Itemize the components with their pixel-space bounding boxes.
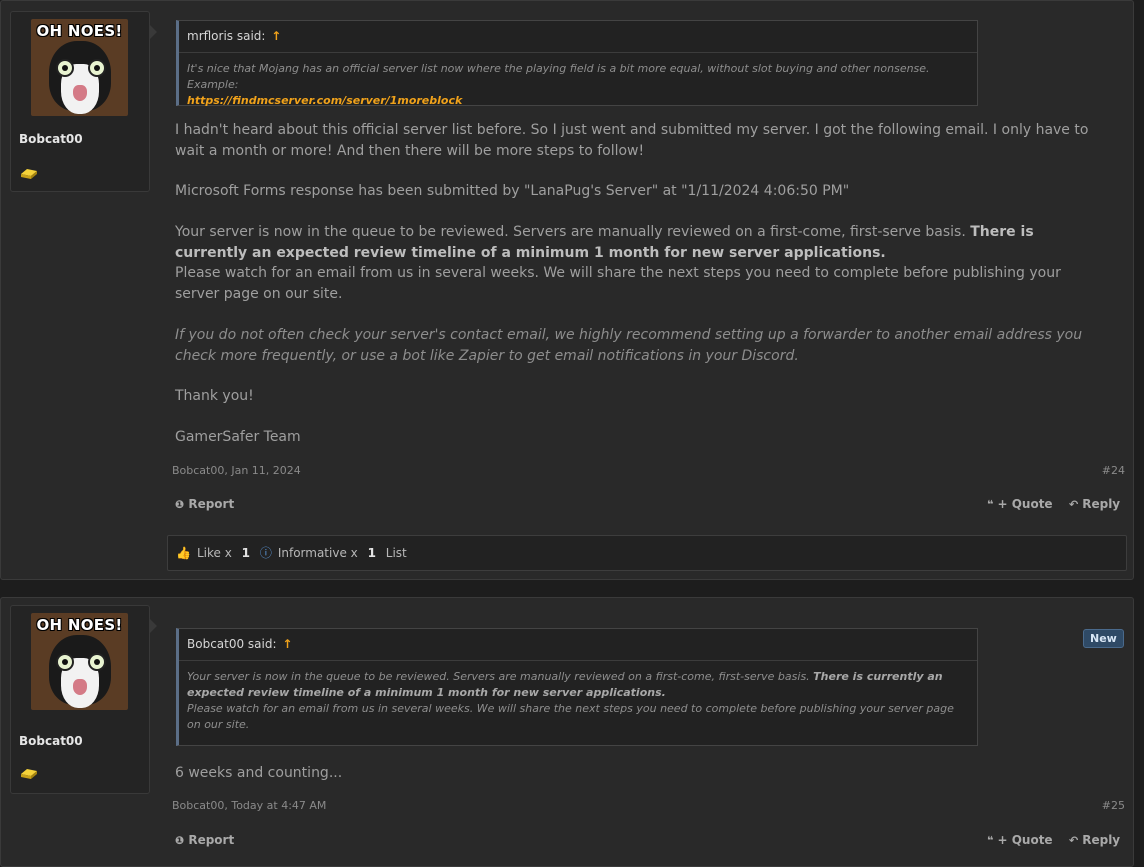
message-paragraph: Microsoft Forms response has been submit… xyxy=(175,183,850,199)
quote-link[interactable]: https://findmcserver.com/server/1moreblo… xyxy=(187,94,462,107)
quote-text: It's nice that Mojang has an official se… xyxy=(187,62,930,91)
informative-reaction[interactable]: Informative x 1 xyxy=(278,546,376,560)
quote-marks-icon: ❝ xyxy=(987,498,994,511)
avatar-cat-eye-left xyxy=(56,59,74,77)
gold-ingot-icon xyxy=(21,769,37,779)
quote-header: Bobcat00 said: ↑ xyxy=(179,629,977,661)
report-button[interactable]: ❶ Report xyxy=(175,497,234,511)
reactions-bar: 👍 Like x 1 ⓘ Informative x 1 List xyxy=(167,535,1127,571)
quote-label: + Quote xyxy=(997,497,1053,511)
report-label: Report xyxy=(188,833,235,847)
thumbs-up-icon: 👍 xyxy=(176,546,191,560)
quote-author: Bobcat00 said: xyxy=(187,637,277,651)
quote-text: Your server is now in the queue to be re… xyxy=(187,670,814,683)
informative-label: Informative x xyxy=(277,546,358,560)
alert-circle-icon: ❶ xyxy=(175,834,185,847)
info-icon: ⓘ xyxy=(259,546,272,560)
post-24: OH NOES! Bobcat00 mrfloris said: ↑ It's … xyxy=(0,0,1134,580)
like-reaction[interactable]: Like x 1 xyxy=(197,546,250,560)
message-paragraph: Thank you! xyxy=(175,388,254,404)
reply-arrow-icon: ↶ xyxy=(1069,498,1079,511)
avatar[interactable]: OH NOES! xyxy=(31,613,128,710)
post-25: OH NOES! Bobcat00 New Bobcat00 said: ↑ Y… xyxy=(0,597,1134,867)
message-paragraph: 6 weeks and counting... xyxy=(175,765,343,781)
reply-label: Reply xyxy=(1082,497,1121,511)
reply-arrow-icon: ↶ xyxy=(1069,834,1079,847)
quote-label: + Quote xyxy=(997,833,1053,847)
avatar-caption: OH NOES! xyxy=(36,616,123,634)
avatar-cat-mouth xyxy=(73,85,87,101)
post-meta[interactable]: Bobcat00, Today at 4:47 AM xyxy=(172,799,326,812)
message-italic-text: If you do not often check your server's … xyxy=(175,327,1083,364)
quote-body: Your server is now in the queue to be re… xyxy=(179,661,977,733)
user-card: OH NOES! Bobcat00 xyxy=(10,605,157,794)
arrow-up-icon[interactable]: ↑ xyxy=(282,637,292,651)
like-label: Like x xyxy=(196,546,232,560)
message-text: Please watch for an email from us in sev… xyxy=(175,265,1061,302)
avatar-cat-mouth xyxy=(73,679,87,695)
alert-circle-icon: ❶ xyxy=(175,498,185,511)
reply-button[interactable]: ↶ Reply xyxy=(1069,497,1120,511)
avatar-cat-eye-right xyxy=(88,653,106,671)
post-number[interactable]: #25 xyxy=(1102,799,1125,812)
report-button[interactable]: ❶ Report xyxy=(175,833,234,847)
quote-block: Bobcat00 said: ↑ Your server is now in t… xyxy=(176,628,978,746)
quote-block: mrfloris said: ↑ It's nice that Mojang h… xyxy=(176,20,978,109)
quote-text: Please watch for an email from us in sev… xyxy=(187,702,954,731)
avatar-cat-eye-left xyxy=(56,653,74,671)
reply-label: Reply xyxy=(1082,833,1121,847)
username[interactable]: Bobcat00 xyxy=(19,734,83,748)
avatar[interactable]: OH NOES! xyxy=(31,19,128,116)
message-paragraph: Your server is now in the queue to be re… xyxy=(175,222,1105,304)
post-number[interactable]: #24 xyxy=(1102,464,1125,477)
user-card: OH NOES! Bobcat00 xyxy=(10,11,157,192)
like-count: 1 xyxy=(241,546,250,560)
message-paragraph: I hadn't heard about this official serve… xyxy=(175,122,1089,159)
avatar-caption: OH NOES! xyxy=(36,22,123,40)
quote-author: mrfloris said: xyxy=(187,29,266,43)
avatar-cat-eye-right xyxy=(88,59,106,77)
username[interactable]: Bobcat00 xyxy=(19,132,83,146)
new-badge: New xyxy=(1083,629,1124,648)
reply-button[interactable]: ↶ Reply xyxy=(1069,833,1120,847)
arrow-up-icon[interactable]: ↑ xyxy=(271,29,281,43)
informative-count: 1 xyxy=(367,546,376,560)
quote-button[interactable]: ❝ + Quote xyxy=(987,833,1053,847)
report-label: Report xyxy=(188,497,235,511)
quote-body: It's nice that Mojang has an official se… xyxy=(179,53,977,109)
post-meta[interactable]: Bobcat00, Jan 11, 2024 xyxy=(172,464,301,477)
quote-button[interactable]: ❝ + Quote xyxy=(987,497,1053,511)
message-text: Your server is now in the queue to be re… xyxy=(175,224,971,240)
quote-header: mrfloris said: ↑ xyxy=(179,21,977,53)
message-paragraph: GamerSafer Team xyxy=(175,429,301,445)
gold-ingot-icon xyxy=(21,169,37,179)
quote-marks-icon: ❝ xyxy=(987,834,994,847)
reactions-list-link[interactable]: List xyxy=(386,546,407,560)
message-paragraph: If you do not often check your server's … xyxy=(175,325,1105,366)
